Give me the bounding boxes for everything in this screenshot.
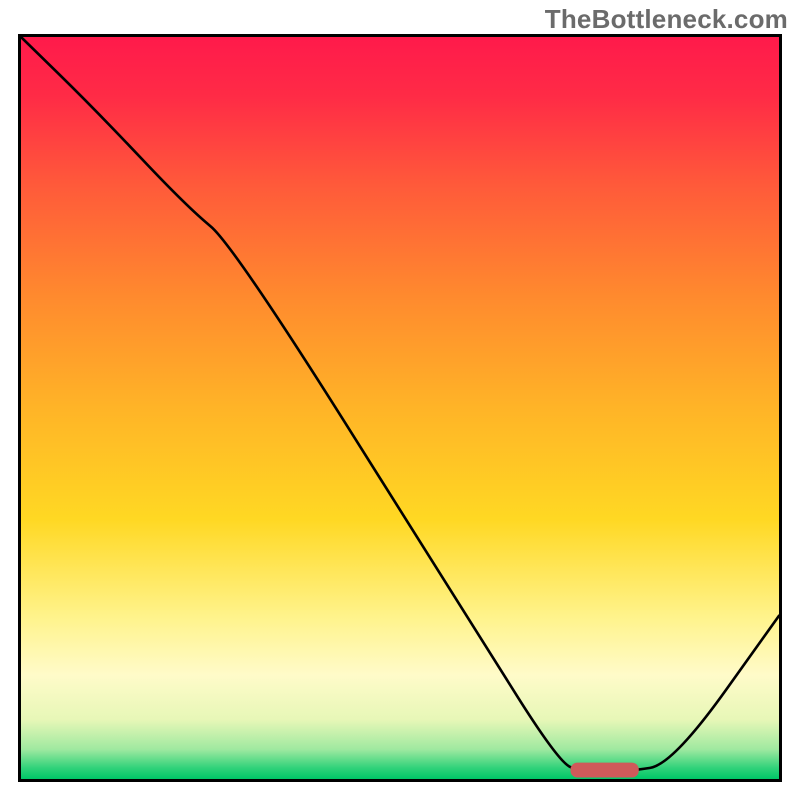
chart-container: TheBottleneck.com — [0, 0, 800, 800]
background-rect — [21, 37, 779, 779]
chart-svg — [21, 37, 779, 779]
optimal-range-marker — [571, 763, 639, 778]
plot-area — [18, 34, 782, 782]
watermark-text: TheBottleneck.com — [545, 4, 788, 35]
